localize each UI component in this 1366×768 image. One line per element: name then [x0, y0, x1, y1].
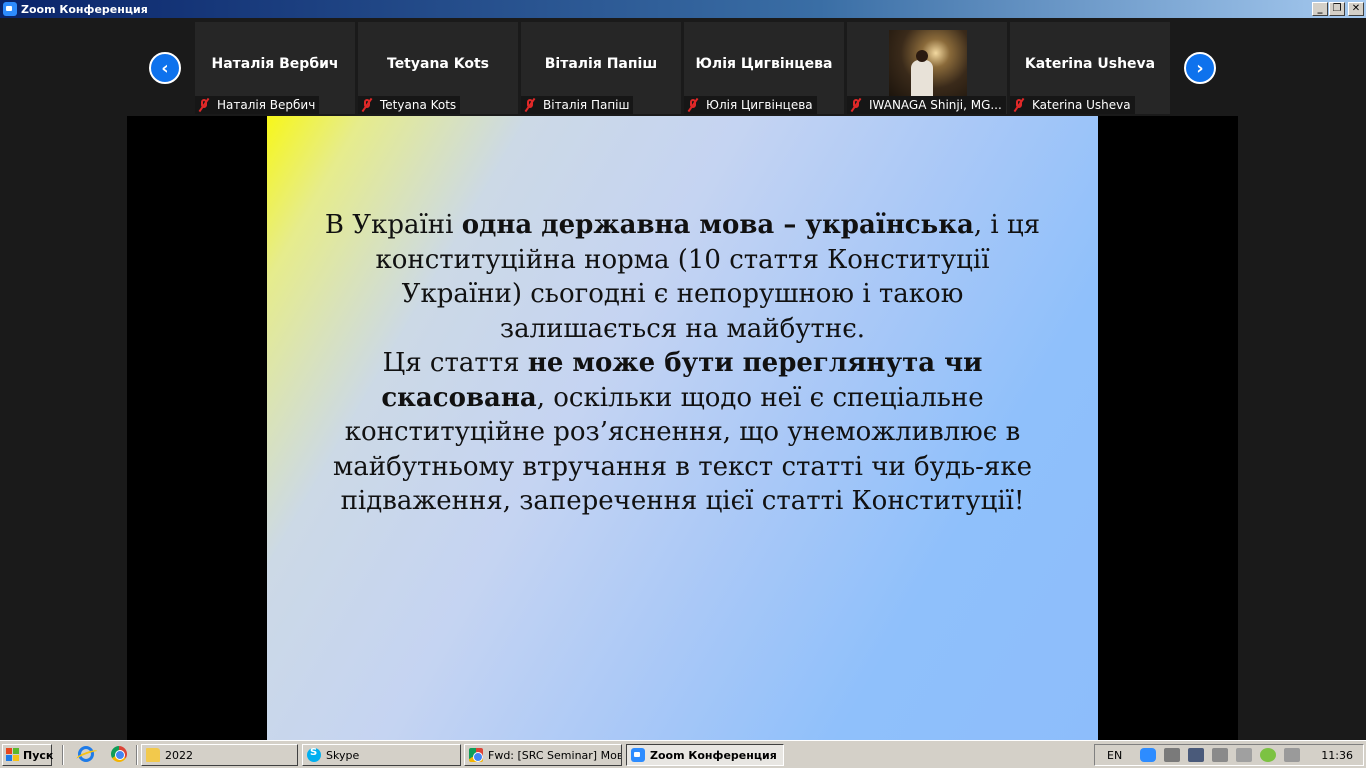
taskbar-separator: [62, 745, 64, 765]
zoom-app-icon: [3, 2, 17, 16]
participant-label: Katerina Usheva: [1010, 96, 1135, 114]
quicklaunch-ie[interactable]: [78, 746, 96, 764]
taskbar: Пуск 2022 Skype Fwd: [SRC Seminar] Мов..…: [0, 740, 1366, 768]
slide-text-bold: одна державна мова – українська: [461, 210, 974, 240]
taskbar-item-label: Fwd: [SRC Seminar] Мов...: [488, 748, 622, 762]
participant-name: Наталія Вербич: [211, 56, 339, 72]
participant-tile[interactable]: Наталія Вербич Наталія Вербич: [195, 22, 355, 114]
mic-muted-icon: [1012, 97, 1026, 113]
presentation-slide: В Україні одна державна мова – українськ…: [267, 116, 1098, 740]
mic-muted-icon: [197, 97, 211, 113]
monitor-icon[interactable]: [1212, 748, 1229, 762]
start-button[interactable]: Пуск: [2, 744, 54, 766]
skype-icon: [307, 747, 321, 762]
participant-tile[interactable]: Katerina Usheva Katerina Usheva: [1010, 22, 1170, 114]
participant-label: Юлія Цигвінцева: [684, 96, 817, 114]
zoom-tray-icon[interactable]: [1140, 748, 1157, 762]
mic-muted-icon: [360, 97, 374, 113]
participant-label-text: Katerina Usheva: [1032, 98, 1131, 112]
participant-label-text: Юлія Цигвінцева: [706, 98, 813, 112]
window-title: Zoom Конференция: [21, 2, 148, 16]
participant-label-text: Віталія Папіш: [543, 98, 630, 112]
participant-label: Наталія Вербич: [195, 96, 320, 114]
participant-label: Віталія Папіш: [521, 96, 634, 114]
participant-tile[interactable]: Tetyana Kots Tetyana Kots: [358, 22, 518, 114]
taskbar-separator: [136, 745, 138, 765]
slide-text-run: В Україні: [324, 210, 462, 240]
close-button[interactable]: ✕: [1348, 2, 1364, 16]
speaker-icon[interactable]: [1284, 748, 1301, 762]
taskbar-item-folder[interactable]: 2022: [141, 744, 298, 766]
participant-video: [889, 30, 967, 96]
slide-paragraph: В Україні одна державна мова – українськ…: [317, 208, 1048, 346]
device-icon[interactable]: [1236, 748, 1253, 762]
mic-muted-icon: [686, 97, 700, 113]
internet-explorer-icon: [78, 746, 94, 762]
taskbar-item-chrome[interactable]: Fwd: [SRC Seminar] Мов...: [464, 744, 622, 766]
meeting-window: ‹ Наталія Вербич Наталія Вербич Tetyana …: [0, 18, 1366, 740]
taskbar-item-label: 2022: [165, 748, 193, 762]
green-app-icon[interactable]: [1260, 748, 1277, 762]
language-indicator[interactable]: EN: [1107, 749, 1122, 762]
zoom-icon: [631, 748, 645, 762]
participant-label-text: Наталія Вербич: [217, 98, 316, 112]
slide-text-run: Ця стаття: [382, 348, 528, 378]
slide-paragraph: Ця стаття не може бути переглянута чи ск…: [317, 346, 1048, 519]
start-button-label: Пуск: [23, 748, 54, 762]
participant-label: IWANAGA Shinji, MG...: [847, 96, 1006, 114]
participant-name: Юлія Цигвінцева: [695, 56, 833, 72]
participant-tile[interactable]: Віталія Папіш Віталія Папіш: [521, 22, 681, 114]
minimize-button[interactable]: _: [1312, 2, 1328, 16]
participant-name: Katerina Usheva: [1024, 56, 1156, 72]
screen-share-area: В Україні одна державна мова – українськ…: [127, 116, 1238, 740]
participant-name: Віталія Папіш: [544, 56, 658, 72]
gallery-prev-button[interactable]: ‹: [149, 52, 181, 84]
quicklaunch-chrome[interactable]: [111, 746, 129, 764]
participant-gallery-strip: ‹ Наталія Вербич Наталія Вербич Tetyana …: [0, 22, 1366, 114]
participant-tile-video[interactable]: IWANAGA Shinji, MG...: [847, 22, 1007, 114]
taskbar-item-label: Zoom Конференция: [650, 748, 777, 762]
clock[interactable]: 11:36: [1321, 749, 1353, 762]
maximize-button[interactable]: ❐: [1329, 2, 1345, 16]
participant-name: Tetyana Kots: [387, 56, 489, 72]
volume-icon[interactable]: [1164, 748, 1181, 762]
folder-icon: [146, 748, 160, 762]
window-controls: _ ❐ ✕: [1311, 2, 1364, 16]
participant-label-text: Tetyana Kots: [380, 98, 457, 112]
network-icon[interactable]: [1188, 748, 1205, 762]
chrome-icon: [469, 748, 483, 762]
mic-muted-icon: [849, 97, 863, 113]
mic-muted-icon: [523, 97, 537, 113]
taskbar-item-skype[interactable]: Skype: [302, 744, 461, 766]
system-tray: EN 11:36: [1094, 744, 1364, 766]
chrome-icon: [111, 746, 127, 762]
participant-label: Tetyana Kots: [358, 96, 461, 114]
participant-label-text: IWANAGA Shinji, MG...: [869, 98, 1002, 112]
participant-tile[interactable]: Юлія Цигвінцева Юлія Цигвінцева: [684, 22, 844, 114]
windows-flag-icon: [6, 748, 20, 762]
window-title-bar: Zoom Конференция _ ❐ ✕: [0, 0, 1366, 18]
slide-text: В Україні одна державна мова – українськ…: [317, 208, 1048, 519]
taskbar-item-label: Skype: [326, 748, 360, 762]
taskbar-item-zoom[interactable]: Zoom Конференция: [626, 744, 784, 766]
gallery-next-button[interactable]: ›: [1184, 52, 1216, 84]
